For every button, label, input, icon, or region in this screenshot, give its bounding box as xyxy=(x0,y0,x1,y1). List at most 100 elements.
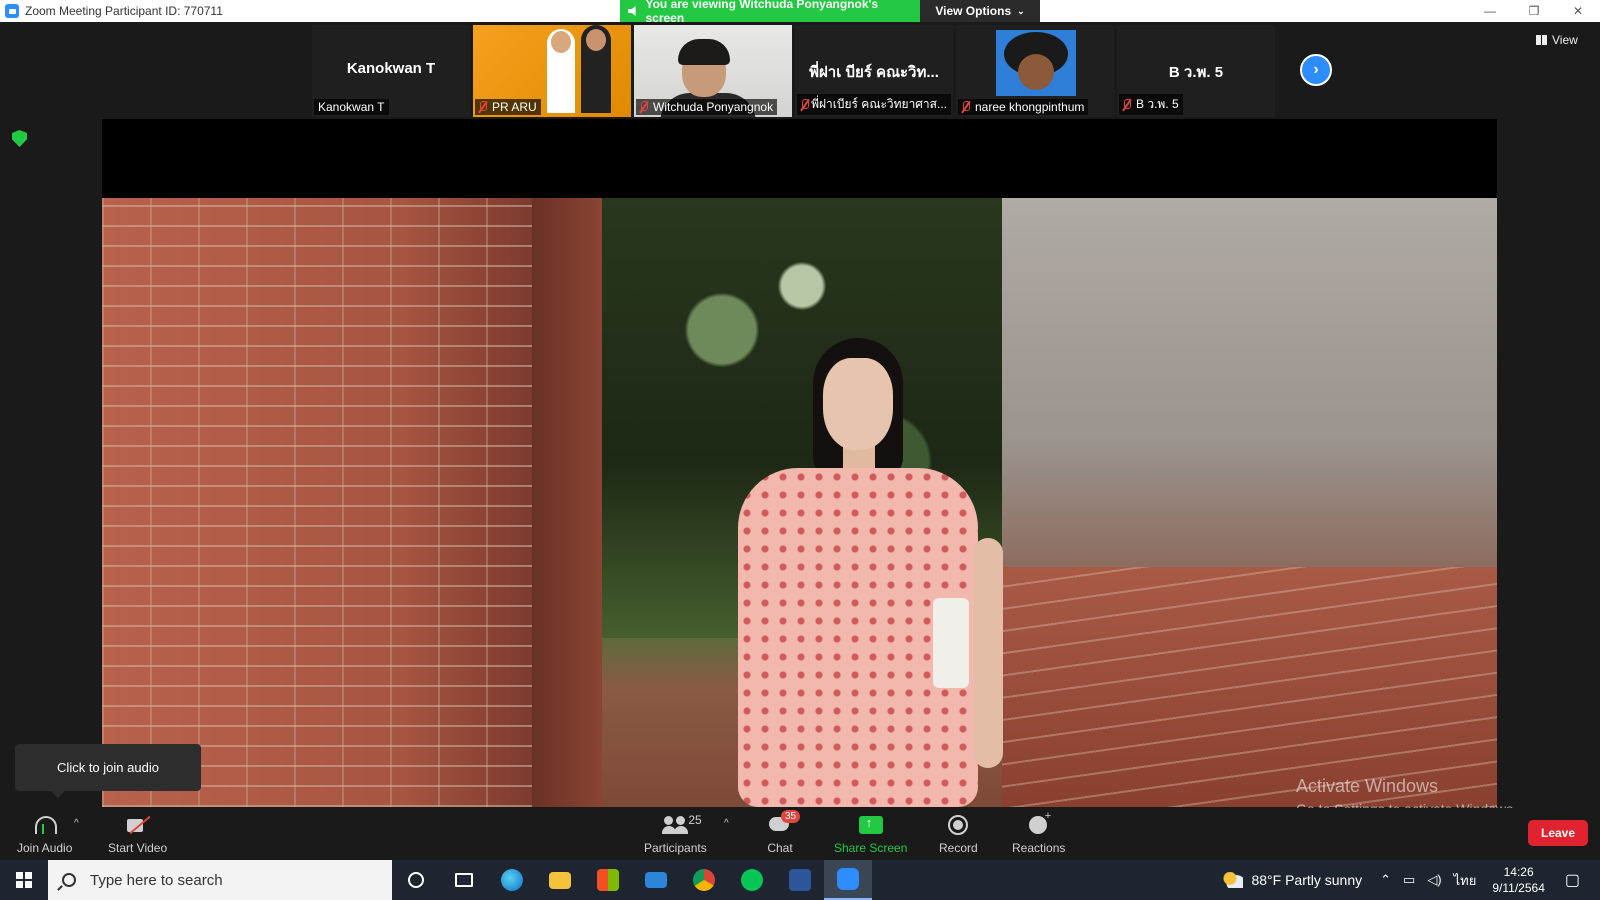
start-button[interactable] xyxy=(0,860,48,900)
encryption-shield-icon[interactable] xyxy=(12,130,27,147)
person-face xyxy=(823,358,893,450)
participant-tile[interactable]: naree khongpinthum xyxy=(956,25,1114,117)
system-tray: 88°F Partly sunny ⌃ ▭ ◁) ไทย 14:26 9/11/… xyxy=(1223,860,1600,900)
participant-name: Witchuda Ponyangnok xyxy=(653,100,774,114)
volume-icon[interactable]: ◁) xyxy=(1427,872,1441,888)
notification-center-icon[interactable]: ▢ xyxy=(1565,870,1580,890)
mic-muted-icon xyxy=(801,98,810,111)
task-view-button[interactable] xyxy=(440,860,488,900)
mic-muted-icon xyxy=(640,101,648,113)
search-placeholder: Type here to search xyxy=(90,871,223,889)
task-view-icon xyxy=(455,873,473,887)
leave-button[interactable]: Leave xyxy=(1528,820,1588,846)
close-button[interactable]: ✕ xyxy=(1556,0,1600,22)
participants-label: Participants xyxy=(644,841,707,855)
weather-text[interactable]: 88°F Partly sunny xyxy=(1251,872,1362,888)
network-icon[interactable]: ▭ xyxy=(1403,872,1415,888)
cortana-button[interactable] xyxy=(392,860,440,900)
minimize-button[interactable]: — xyxy=(1468,0,1512,22)
participants-button[interactable]: 25 Participants xyxy=(644,813,707,855)
chevron-up-icon[interactable]: ⌃ xyxy=(1380,872,1391,888)
taskbar-zoom[interactable] xyxy=(824,860,872,900)
participant-name-label: Kanokwan T xyxy=(314,99,389,115)
taskbar-mail[interactable] xyxy=(632,860,680,900)
windows-taskbar: Type here to search 88°F Partly sunny ⌃ … xyxy=(0,860,1600,900)
taskbar-file-explorer[interactable] xyxy=(536,860,584,900)
mic-muted-icon xyxy=(479,101,487,113)
audio-options-caret-icon[interactable]: ^ xyxy=(74,818,79,829)
shared-screen xyxy=(102,119,1497,807)
next-page-arrow-icon[interactable]: › xyxy=(1300,54,1332,86)
input-language[interactable]: ไทย xyxy=(1454,870,1477,891)
brick-pillar xyxy=(532,198,602,807)
watermark-title: Activate Windows xyxy=(1296,776,1439,796)
ruined-wall-right xyxy=(1002,198,1497,807)
person-hair xyxy=(678,39,730,65)
zoom-app-icon xyxy=(5,4,19,18)
participant-name: naree khongpinthum xyxy=(975,100,1085,114)
edge-icon xyxy=(501,869,523,891)
start-video-button[interactable]: Start Video xyxy=(108,814,167,855)
participant-tile[interactable]: Kanokwan T Kanokwan T xyxy=(312,25,470,117)
chevron-down-icon: ⌄ xyxy=(1017,5,1025,16)
weather-partly-sunny-icon[interactable] xyxy=(1223,872,1244,888)
participant-name: พี่ฝาเบียร์ คณะวิทยาศาส... xyxy=(811,97,947,111)
share-screen-icon xyxy=(858,814,884,836)
taskbar-store[interactable] xyxy=(584,860,632,900)
taskbar-word[interactable] xyxy=(776,860,824,900)
folder-icon xyxy=(549,871,571,889)
screen-share-banner: You are viewing Witchuda Ponyangnok's sc… xyxy=(620,0,1040,25)
join-audio-tooltip: Click to join audio xyxy=(15,744,201,798)
store-icon xyxy=(597,869,619,891)
reactions-label: Reactions xyxy=(1012,841,1066,855)
view-options-button[interactable]: View Options ⌄ xyxy=(920,0,1040,22)
taskbar-edge[interactable] xyxy=(488,860,536,900)
share-screen-label: Share Screen xyxy=(834,841,908,855)
participant-display-name: B ว.พ. 5 xyxy=(1168,64,1224,81)
avatar-face xyxy=(1018,54,1054,90)
chat-button[interactable]: 35 Chat xyxy=(767,810,801,855)
chat-icon: 35 xyxy=(767,810,801,836)
viewing-screen-indicator: You are viewing Witchuda Ponyangnok's sc… xyxy=(620,0,920,25)
poster-figure-head xyxy=(551,31,571,53)
search-icon xyxy=(62,873,76,887)
poster-figure-head xyxy=(586,29,606,51)
participants-options-caret-icon[interactable]: ^ xyxy=(724,818,729,829)
view-button[interactable]: View xyxy=(1536,33,1578,47)
participant-tile[interactable]: B ว.พ. 5 B ว.พ. 5 xyxy=(1117,25,1275,117)
view-options-label: View Options xyxy=(935,4,1012,18)
share-screen-button[interactable]: Share Screen xyxy=(834,814,907,855)
record-label: Record xyxy=(939,841,978,855)
participant-name: Kanokwan T xyxy=(318,100,385,114)
restore-button[interactable]: ❐ xyxy=(1512,0,1556,22)
person-arm xyxy=(973,538,1003,768)
participant-strip: Kanokwan T Kanokwan T PR ARU Witchuda Po… xyxy=(312,25,1278,117)
shared-video-frame xyxy=(102,198,1497,807)
participant-name: PR ARU xyxy=(492,100,537,114)
word-icon xyxy=(789,869,811,891)
start-video-label: Start Video xyxy=(108,841,168,855)
meeting-controls-bar: Join Audio ^ Start Video 25 Participants… xyxy=(0,808,1600,860)
taskbar-line[interactable] xyxy=(728,860,776,900)
reactions-button[interactable]: Reactions xyxy=(1012,810,1066,855)
taskbar-search[interactable]: Type here to search xyxy=(48,860,392,900)
participant-tile-active-speaker[interactable]: Witchuda Ponyangnok xyxy=(634,25,792,117)
woman-in-floral-dress xyxy=(718,338,1003,807)
mail-icon xyxy=(645,872,667,888)
participants-icon: 25 xyxy=(662,813,702,836)
participant-tile[interactable]: PR ARU xyxy=(473,25,631,117)
speaker-icon xyxy=(628,6,636,16)
record-button[interactable]: Record xyxy=(939,814,978,855)
participant-name-label: Witchuda Ponyangnok xyxy=(636,99,778,115)
shoulder-bag xyxy=(933,598,969,688)
record-icon xyxy=(945,814,971,836)
taskbar-clock[interactable]: 14:26 9/11/2564 xyxy=(1492,864,1545,896)
participant-tile[interactable]: พี่ฝาเ บียร์ คณะวิท... พี่ฝาเบียร์ คณะวิ… xyxy=(795,25,953,117)
join-audio-button[interactable]: Join Audio xyxy=(17,814,72,855)
taskbar-chrome[interactable] xyxy=(680,860,728,900)
window-title: Zoom Meeting Participant ID: 770711 xyxy=(25,4,223,18)
participant-display-name: พี่ฝาเ บียร์ คณะวิท... xyxy=(809,64,939,81)
tooltip-text: Click to join audio xyxy=(57,760,159,775)
chat-label: Chat xyxy=(767,841,793,855)
join-audio-label: Join Audio xyxy=(17,841,73,855)
